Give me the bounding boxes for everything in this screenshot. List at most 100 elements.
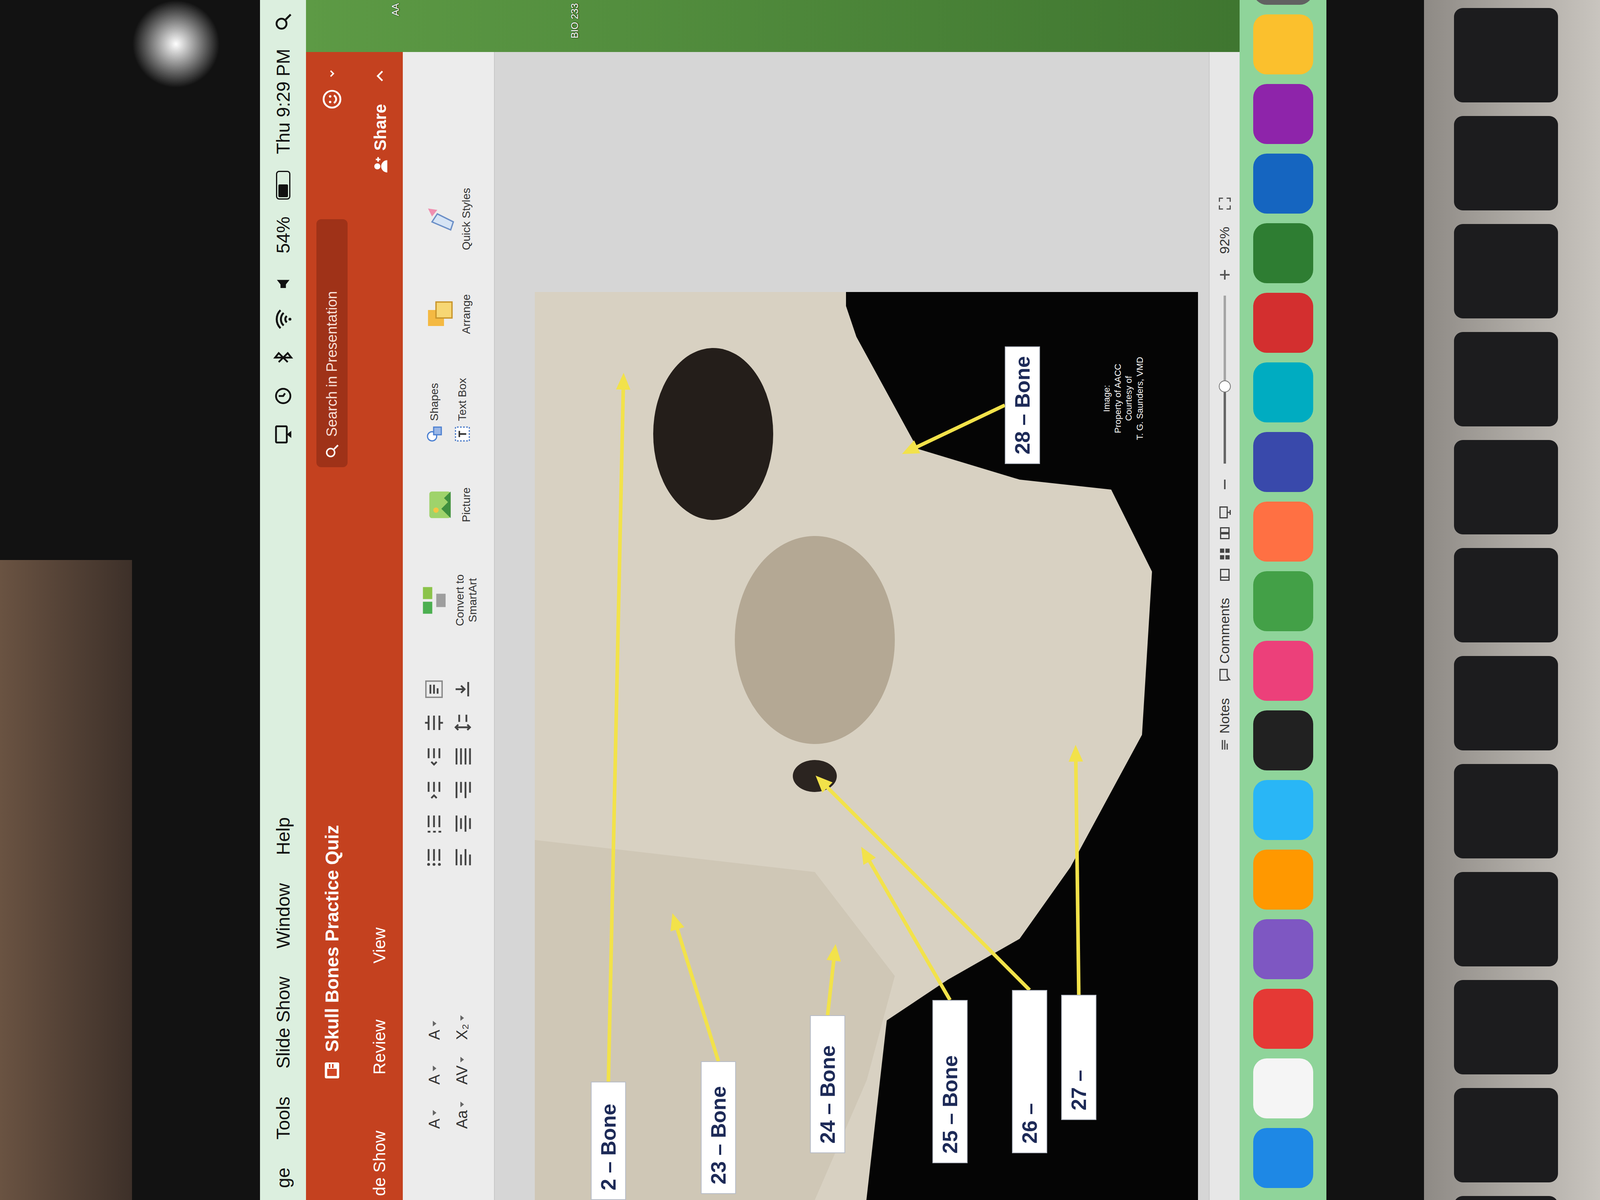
columns-icon[interactable] [423, 678, 445, 700]
screen-mirroring-icon[interactable] [272, 423, 294, 446]
dock-app-icon[interactable] [1253, 1058, 1314, 1119]
slideshow-icon[interactable] [1217, 505, 1232, 520]
keyboard-key[interactable] [1454, 764, 1558, 859]
fit-to-window-icon[interactable] [1217, 196, 1232, 211]
keyboard-key[interactable] [1454, 332, 1558, 427]
font-button[interactable]: Aa [452, 1098, 473, 1132]
slide-sorter-icon[interactable] [1217, 546, 1232, 562]
menu-item[interactable]: Slide Show [272, 976, 294, 1069]
ribbon-tool[interactable]: Shapes [425, 378, 444, 444]
align-right-icon[interactable] [452, 779, 474, 801]
dropdown-chevron-icon[interactable] [326, 68, 338, 80]
ribbon-tool[interactable]: Picture [424, 487, 473, 522]
ribbon-tool[interactable]: Quick Styles [424, 188, 473, 251]
numbering-icon[interactable] [423, 812, 445, 835]
ribbon-tab[interactable]: Review [366, 1019, 396, 1075]
menu-item[interactable]: Help [272, 817, 294, 856]
keyboard-key[interactable] [1454, 1196, 1558, 1200]
spotlight-search-icon[interactable] [273, 12, 294, 32]
battery-icon[interactable] [276, 170, 291, 200]
font-button[interactable]: AV [452, 1053, 473, 1088]
ribbon-tabs: de Show Review View Share [358, 52, 403, 1200]
keyboard-key[interactable] [1454, 8, 1558, 103]
zoom-reading[interactable]: 92% [1216, 226, 1233, 254]
zoom-in-icon[interactable] [1224, 270, 1226, 280]
zoom-out-icon[interactable] [1224, 479, 1226, 490]
font-button[interactable]: A [424, 1053, 445, 1088]
zoom-slider[interactable] [1223, 295, 1226, 464]
dock-app-icon[interactable] [1253, 432, 1314, 492]
font-button[interactable]: X₂ [452, 1012, 473, 1044]
align-left-icon[interactable] [452, 846, 474, 868]
desktop-icon-label[interactable]: BIO 233 [569, 3, 581, 39]
outdent-icon[interactable] [423, 745, 445, 768]
font-button[interactable]: A [424, 1012, 445, 1044]
ribbon-tool[interactable]: Convert to SmartArt [417, 566, 480, 635]
reading-view-icon[interactable] [1217, 526, 1232, 541]
dock-app-icon[interactable] [1253, 153, 1314, 214]
menu-item[interactable]: ge [272, 1167, 294, 1188]
quick-styles-icon [424, 203, 456, 236]
dock-app-icon[interactable] [1253, 571, 1314, 632]
keyboard-key[interactable] [1454, 440, 1558, 535]
volume-icon[interactable] [272, 270, 294, 292]
justify-icon[interactable] [452, 745, 474, 768]
keyboard-key[interactable] [1454, 548, 1558, 643]
dock-app-icon[interactable] [1253, 640, 1314, 701]
ribbon-tool[interactable]: Arrange [424, 294, 473, 334]
dock-app-icon[interactable] [1253, 501, 1314, 562]
zoom-slider-thumb[interactable] [1218, 380, 1231, 393]
text-direction-icon[interactable] [452, 712, 474, 734]
dock-app-icon[interactable] [1253, 14, 1314, 75]
font-button-label: X₂ [453, 1024, 471, 1040]
time-machine-icon[interactable] [272, 385, 294, 407]
shapes-icon [425, 424, 444, 444]
align-center-icon[interactable] [452, 812, 474, 835]
dock-app-icon[interactable] [1253, 988, 1314, 1049]
normal-view-icon[interactable] [1217, 567, 1232, 582]
menu-item[interactable]: Window [272, 883, 294, 949]
laptop-keyboard [1424, 0, 1600, 1200]
wifi-icon[interactable] [272, 308, 294, 330]
keyboard-key[interactable] [1454, 656, 1558, 751]
dock-app-icon[interactable] [1253, 0, 1314, 5]
dock-app-icon[interactable] [1253, 919, 1314, 980]
dropdown-caret-icon [432, 1065, 437, 1072]
share-button[interactable]: Share [370, 104, 390, 174]
collapse-ribbon-icon[interactable] [372, 68, 389, 84]
keyboard-key[interactable] [1454, 224, 1558, 319]
bullets-icon[interactable] [423, 846, 445, 868]
dock-app-icon[interactable] [1253, 849, 1314, 910]
search-input[interactable] [323, 227, 341, 438]
font-button[interactable]: A [424, 1098, 445, 1132]
ribbon-tab[interactable]: View [366, 927, 396, 964]
search-icon [324, 443, 340, 460]
dock-app-icon[interactable] [1253, 780, 1314, 840]
indent-icon[interactable] [423, 779, 445, 801]
ribbon-tool[interactable]: Text Box [453, 378, 472, 444]
bluetooth-icon[interactable] [272, 346, 294, 369]
comments-button[interactable]: Comments [1216, 598, 1233, 682]
keyboard-key[interactable] [1454, 116, 1558, 211]
credit-line: T. G. Saunders, VMD [1134, 356, 1146, 440]
ribbon-tab[interactable]: de Show [366, 1130, 396, 1196]
font-button-label: A [426, 1029, 444, 1040]
dock-app-icon[interactable] [1253, 710, 1314, 771]
notes-button[interactable]: Notes [1216, 698, 1233, 752]
desktop-icon-label[interactable]: AA [390, 3, 402, 16]
dock-app-icon[interactable] [1253, 84, 1314, 144]
keyboard-key[interactable] [1454, 980, 1558, 1075]
feedback-smiley-icon[interactable] [320, 88, 344, 111]
line-spacing-icon[interactable] [423, 712, 445, 734]
dock-app-icon[interactable] [1253, 292, 1314, 353]
menu-item[interactable]: Tools [272, 1096, 294, 1140]
keyboard-key[interactable] [1454, 1088, 1558, 1183]
dock-app-icon[interactable] [1253, 223, 1314, 284]
tool-label: Text Box [456, 378, 469, 421]
dock-app-icon[interactable] [1253, 1128, 1314, 1188]
keyboard-key[interactable] [1454, 872, 1558, 967]
align-text-icon[interactable] [452, 678, 474, 700]
search-field[interactable] [316, 219, 348, 468]
clock[interactable]: Thu 9:29 PM [272, 48, 294, 154]
dock-app-icon[interactable] [1253, 362, 1314, 423]
